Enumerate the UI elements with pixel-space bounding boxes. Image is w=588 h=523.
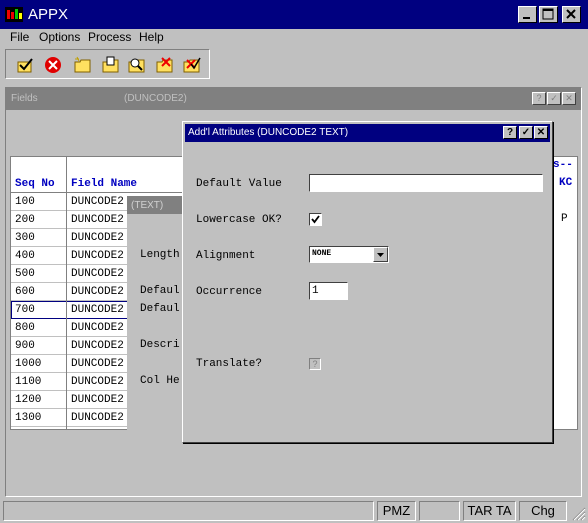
checkmark-icon (311, 215, 320, 224)
seq-no-cell: 400 (15, 250, 35, 262)
appx-logo-icon (5, 7, 23, 22)
field-name-cell: DUNCODE2 (71, 358, 124, 370)
delete-folder-icon[interactable] (156, 56, 174, 74)
resize-grip-icon[interactable] (570, 505, 586, 521)
ok-check-icon[interactable] (16, 56, 34, 74)
folder-check-icon[interactable] (183, 56, 201, 74)
new-folder-icon[interactable] (74, 56, 92, 74)
seq-no-cell: 300 (15, 232, 35, 244)
seq-no-cell: 1200 (15, 394, 42, 406)
alignment-value: NONE (312, 249, 332, 258)
field-name-cell: DUNCODE2 (71, 286, 124, 298)
field-name-header[interactable]: Field Name (71, 178, 137, 190)
dialog-titlebar[interactable]: Add'l Attributes (DUNCODE2 TEXT) ? ✓ ✕ (185, 124, 550, 142)
cancel-icon[interactable] (44, 56, 62, 74)
status-tar: TAR TA (463, 501, 516, 521)
description-label: Descri (140, 339, 180, 351)
fields-help-button[interactable]: ? (532, 92, 546, 105)
maximize-button[interactable] (539, 6, 558, 23)
seq-no-cell: 100 (15, 196, 35, 208)
occurrence-input[interactable]: 1 (309, 282, 348, 300)
seq-no-header[interactable]: Seq No (15, 178, 55, 190)
fields-ok-button[interactable]: ✓ (547, 92, 561, 105)
default-label-2: Defaul (140, 303, 180, 315)
fields-close-button[interactable]: ✕ (562, 92, 576, 105)
menu-options[interactable]: Options (39, 30, 80, 44)
alignment-select[interactable]: NONE (309, 246, 389, 263)
close-button[interactable] (562, 6, 581, 23)
seq-no-cell: 700 (15, 304, 35, 316)
seq-no-cell: 1000 (15, 358, 42, 370)
field-name-cell: DUNCODE2 (71, 322, 124, 334)
field-name-cell: DUNCODE2 (71, 268, 124, 280)
seq-no-cell: 200 (15, 214, 35, 226)
field-name-cell: DUNCODE2 (71, 214, 124, 226)
text-titlebar[interactable]: (TEXT) (127, 196, 187, 214)
dialog-title: Add'l Attributes (DUNCODE2 TEXT) (188, 127, 349, 138)
alignment-label: Alignment (196, 250, 256, 262)
lowercase-ok-label: Lowercase OK? (196, 214, 282, 226)
dropdown-arrow-icon[interactable] (373, 247, 388, 262)
field-name-cell: DUNCODE2 (71, 196, 124, 208)
kc-header: KC (559, 177, 573, 189)
menu-help[interactable]: Help (139, 30, 164, 44)
status-bar: PMZ TAR TA Chg (0, 499, 588, 523)
occurrence-label: Occurrence (196, 286, 263, 298)
fields-titlebar[interactable]: Fields (DUNCODE2) ? ✓ ✕ (6, 88, 581, 110)
dialog-ok-button[interactable]: ✓ (519, 126, 533, 139)
menu-process[interactable]: Process (88, 30, 131, 44)
field-name-cell: DUNCODE2 (71, 412, 124, 424)
toolbar (5, 49, 210, 79)
kc-value: P (561, 213, 568, 225)
seq-no-cell: 600 (15, 286, 35, 298)
fields-subtitle: (DUNCODE2) (124, 93, 187, 104)
default-value-label: Default Value (196, 178, 282, 190)
open-folder-icon[interactable] (102, 56, 120, 74)
dialog-close-button[interactable]: ✕ (534, 126, 548, 139)
seq-no-cell: 800 (15, 322, 35, 334)
search-folder-icon[interactable] (128, 56, 146, 74)
translate-checkbox[interactable]: ? (309, 358, 321, 370)
field-name-cell: DUNCODE2 (71, 340, 124, 352)
dialog-help-button[interactable]: ? (503, 126, 517, 139)
status-chg: Chg (519, 501, 567, 521)
seq-no-cell: 1300 (15, 412, 42, 424)
text-window-title: (TEXT) (131, 200, 164, 211)
default-label-1: Defaul (140, 285, 180, 297)
seq-no-cell: 1100 (15, 376, 42, 388)
field-name-cell: DUNCODE2 (71, 394, 124, 406)
status-pmz: PMZ (377, 501, 416, 521)
status-empty (419, 501, 460, 521)
fields-title: Fields (11, 93, 38, 104)
lowercase-ok-checkbox[interactable] (309, 213, 322, 226)
menu-file[interactable]: File (10, 30, 29, 44)
field-name-cell: DUNCODE2 (71, 250, 124, 262)
translate-label: Translate? (196, 358, 263, 370)
col-heading-label: Col He (140, 375, 180, 387)
status-message (3, 501, 374, 521)
app-title: APPX (28, 6, 69, 23)
addl-attributes-dialog: Add'l Attributes (DUNCODE2 TEXT) ? ✓ ✕ D… (182, 121, 553, 443)
default-value-input[interactable] (309, 174, 543, 192)
field-name-cell: DUNCODE2 (71, 304, 124, 316)
app-titlebar[interactable]: APPX (0, 0, 588, 29)
minimize-button[interactable] (518, 6, 537, 23)
seq-no-cell: 900 (15, 340, 35, 352)
seq-no-cell: 500 (15, 268, 35, 280)
menu-bar: File Options Process Help (0, 29, 588, 46)
field-name-cell: DUNCODE2 (71, 376, 124, 388)
field-name-cell: DUNCODE2 (71, 232, 124, 244)
length-label: Length (140, 249, 180, 261)
text-window: (TEXT) Length Defaul Defaul Descri Col H… (127, 196, 187, 496)
right-header: s-- (553, 159, 573, 171)
